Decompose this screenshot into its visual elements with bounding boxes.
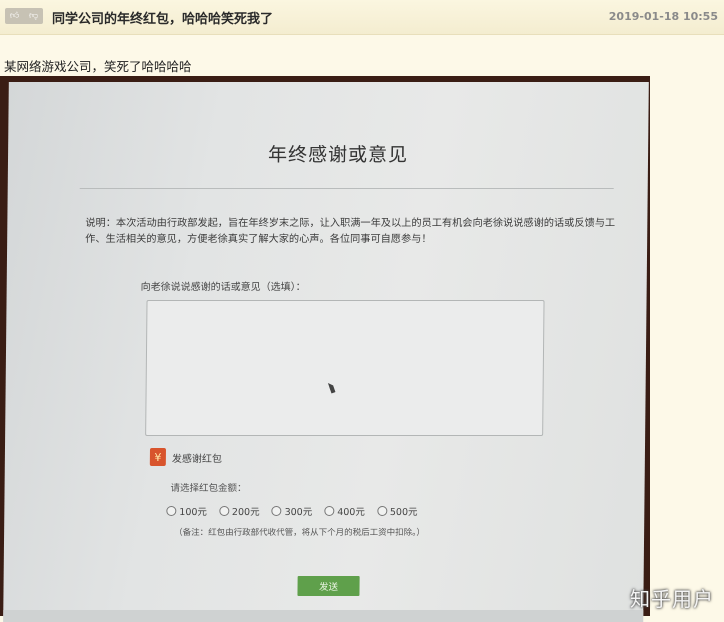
amount-option-label: 100元 — [179, 507, 208, 518]
radio-button[interactable] — [324, 506, 335, 516]
red-packet-toggle[interactable]: ¥ 发感谢红包 — [149, 448, 222, 466]
post-header: 👍︎ 👎︎ 同学公司的年终红包，哈哈哈笑死我了 2019-01-18 10:55 — [0, 0, 724, 35]
red-packet-icon: ¥ — [149, 448, 166, 466]
amount-option-200[interactable]: 200元 — [218, 504, 260, 518]
form-title: 年终感谢或意见 — [267, 144, 409, 166]
red-packet-label: 发感谢红包 — [171, 453, 222, 465]
post-date: 2019-01-18 10:55 — [608, 10, 718, 23]
post-title[interactable]: 同学公司的年终红包，哈哈哈笑死我了 — [52, 8, 273, 27]
vote-box[interactable]: 👍︎ 👎︎ — [5, 8, 43, 24]
amount-option-300[interactable]: 300元 — [271, 504, 313, 518]
photographed-screen: 年终感谢或意见 说明：本次活动由行政部发起，旨在年终岁末之际，让入职满一年及以上… — [3, 82, 649, 622]
post-body: 某网络游戏公司，笑死了哈哈哈哈 — [4, 59, 192, 74]
amount-option-500[interactable]: 500元 — [376, 504, 418, 518]
submit-button[interactable]: 发送 — [297, 576, 360, 596]
form-description: 说明：本次活动由行政部发起，旨在年终岁末之际，让入职满一年及以上的员工有机会向老… — [85, 218, 616, 245]
feedback-label: 向老徐说说感谢的话或意见（选填）： — [140, 282, 306, 293]
photo: 年终感谢或意见 说明：本次活动由行政部发起，旨在年终岁末之际，让入职满一年及以上… — [0, 76, 650, 622]
amount-option-400[interactable]: 400元 — [324, 504, 365, 518]
divider — [79, 188, 614, 189]
screen-bezel — [3, 610, 644, 622]
amount-options: 100元 200元 300元 400元 500元 — [166, 504, 429, 518]
thumbs-down-icon[interactable]: 👎︎ — [29, 8, 38, 24]
feedback-textarea[interactable] — [145, 300, 545, 436]
amount-option-label: 300元 — [284, 507, 313, 518]
amount-label: 请选择红包金额： — [170, 483, 247, 494]
form-note: （备注：红包由行政部代收代管，将从下个月的税后工资中扣除。） — [174, 528, 425, 538]
watermark: 知乎用户 — [630, 587, 714, 611]
amount-option-label: 200元 — [231, 507, 260, 518]
radio-button[interactable] — [218, 506, 230, 516]
radio-button[interactable] — [271, 506, 282, 516]
thumbs-up-icon[interactable]: 👍︎ — [10, 8, 19, 24]
radio-button[interactable] — [166, 506, 177, 516]
amount-option-label: 500元 — [389, 507, 418, 518]
amount-option-100[interactable]: 100元 — [166, 504, 207, 518]
amount-option-label: 400元 — [337, 507, 365, 518]
radio-button[interactable] — [376, 506, 387, 516]
